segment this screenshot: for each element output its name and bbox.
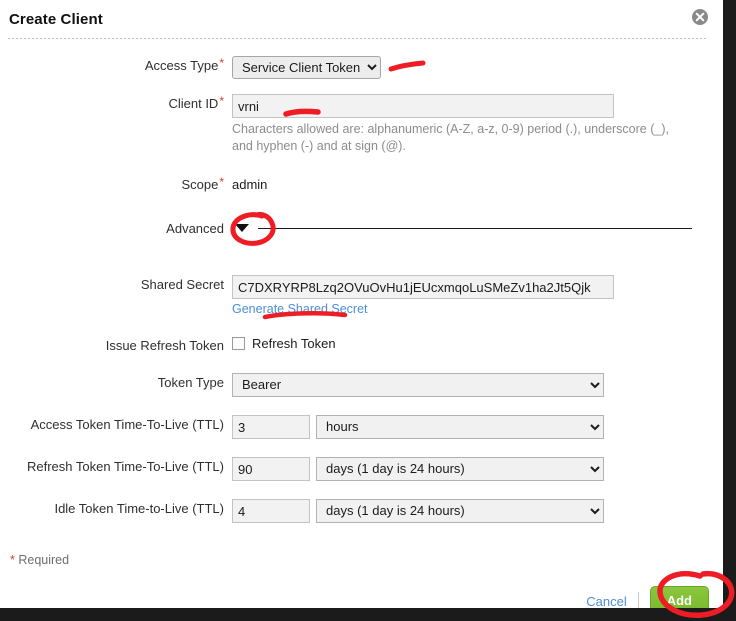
refresh-ttl-input[interactable] xyxy=(232,457,310,481)
caret-down-icon[interactable] xyxy=(232,219,252,235)
access-type-label: Access Type* xyxy=(144,56,224,73)
scope-label: Scope* xyxy=(181,175,224,192)
client-id-help-text: Characters allowed are: alphanumeric (A-… xyxy=(232,122,669,153)
refresh-ttl-unit-select[interactable]: days (1 day is 24 hours) xyxy=(316,457,604,481)
shared-secret-label: Shared Secret xyxy=(140,277,224,292)
field-row-issue-refresh-token: Issue Refresh Token Refresh Token xyxy=(0,336,723,356)
access-ttl-unit-select[interactable]: hours xyxy=(316,415,604,439)
field-row-client-id: Client ID* Characters allowed are: alpha… xyxy=(0,94,723,155)
field-row-access-ttl: Access Token Time-To-Live (TTL) hours xyxy=(0,415,723,439)
footer-actions: Cancel Add xyxy=(586,586,709,608)
required-asterisk: * xyxy=(219,56,224,70)
field-row-access-type: Access Type* Service Client Token xyxy=(0,56,723,79)
access-type-select[interactable]: Service Client Token xyxy=(232,56,381,79)
token-type-select[interactable]: Bearer xyxy=(232,373,604,397)
advanced-label: Advanced xyxy=(166,221,224,236)
access-ttl-input[interactable] xyxy=(232,415,310,439)
field-row-shared-secret: Shared Secret Generate Shared Secret xyxy=(0,275,723,316)
right-edge-strip xyxy=(723,0,736,621)
required-note-text: Required xyxy=(18,553,70,567)
page-title: Create Client xyxy=(9,11,103,28)
dialog-header: Create Client xyxy=(0,0,723,42)
generate-shared-secret-link[interactable]: Generate Shared Secret xyxy=(232,302,368,316)
refresh-ttl-label: Refresh Token Time-To-Live (TTL) xyxy=(27,459,224,474)
idle-ttl-label: Idle Token Time-to-Live (TTL) xyxy=(54,501,224,516)
issue-refresh-token-label: Issue Refresh Token xyxy=(105,338,224,353)
refresh-token-checkbox[interactable] xyxy=(232,337,245,350)
token-type-label: Token Type xyxy=(157,375,224,390)
refresh-token-checkbox-label: Refresh Token xyxy=(252,336,336,351)
required-asterisk: * xyxy=(219,175,224,189)
footer-separator xyxy=(637,592,639,608)
shared-secret-input[interactable] xyxy=(232,275,614,299)
idle-ttl-input[interactable] xyxy=(232,499,310,523)
required-asterisk: * xyxy=(10,553,15,567)
idle-ttl-unit-select[interactable]: days (1 day is 24 hours) xyxy=(316,499,604,523)
required-note: * Required xyxy=(10,553,69,567)
header-divider xyxy=(8,38,708,39)
create-client-dialog: Create Client Access Type* Service Clien… xyxy=(0,0,723,608)
required-asterisk: * xyxy=(219,94,224,108)
scope-value: admin xyxy=(232,177,268,192)
access-ttl-label: Access Token Time-To-Live (TTL) xyxy=(30,417,224,432)
field-row-refresh-ttl: Refresh Token Time-To-Live (TTL) days (1… xyxy=(0,457,723,481)
client-id-input[interactable] xyxy=(232,94,614,118)
field-row-token-type: Token Type Bearer xyxy=(0,373,723,397)
field-row-scope: Scope* admin xyxy=(0,175,723,195)
cancel-button[interactable]: Cancel xyxy=(586,594,626,609)
client-id-label: Client ID* xyxy=(168,94,224,111)
bottom-edge-strip xyxy=(0,608,736,621)
add-button[interactable]: Add xyxy=(649,586,709,608)
field-row-advanced[interactable]: Advanced xyxy=(0,219,723,239)
close-icon[interactable] xyxy=(692,9,708,25)
field-row-idle-ttl: Idle Token Time-to-Live (TTL) days (1 da… xyxy=(0,499,723,523)
advanced-divider xyxy=(258,228,692,229)
